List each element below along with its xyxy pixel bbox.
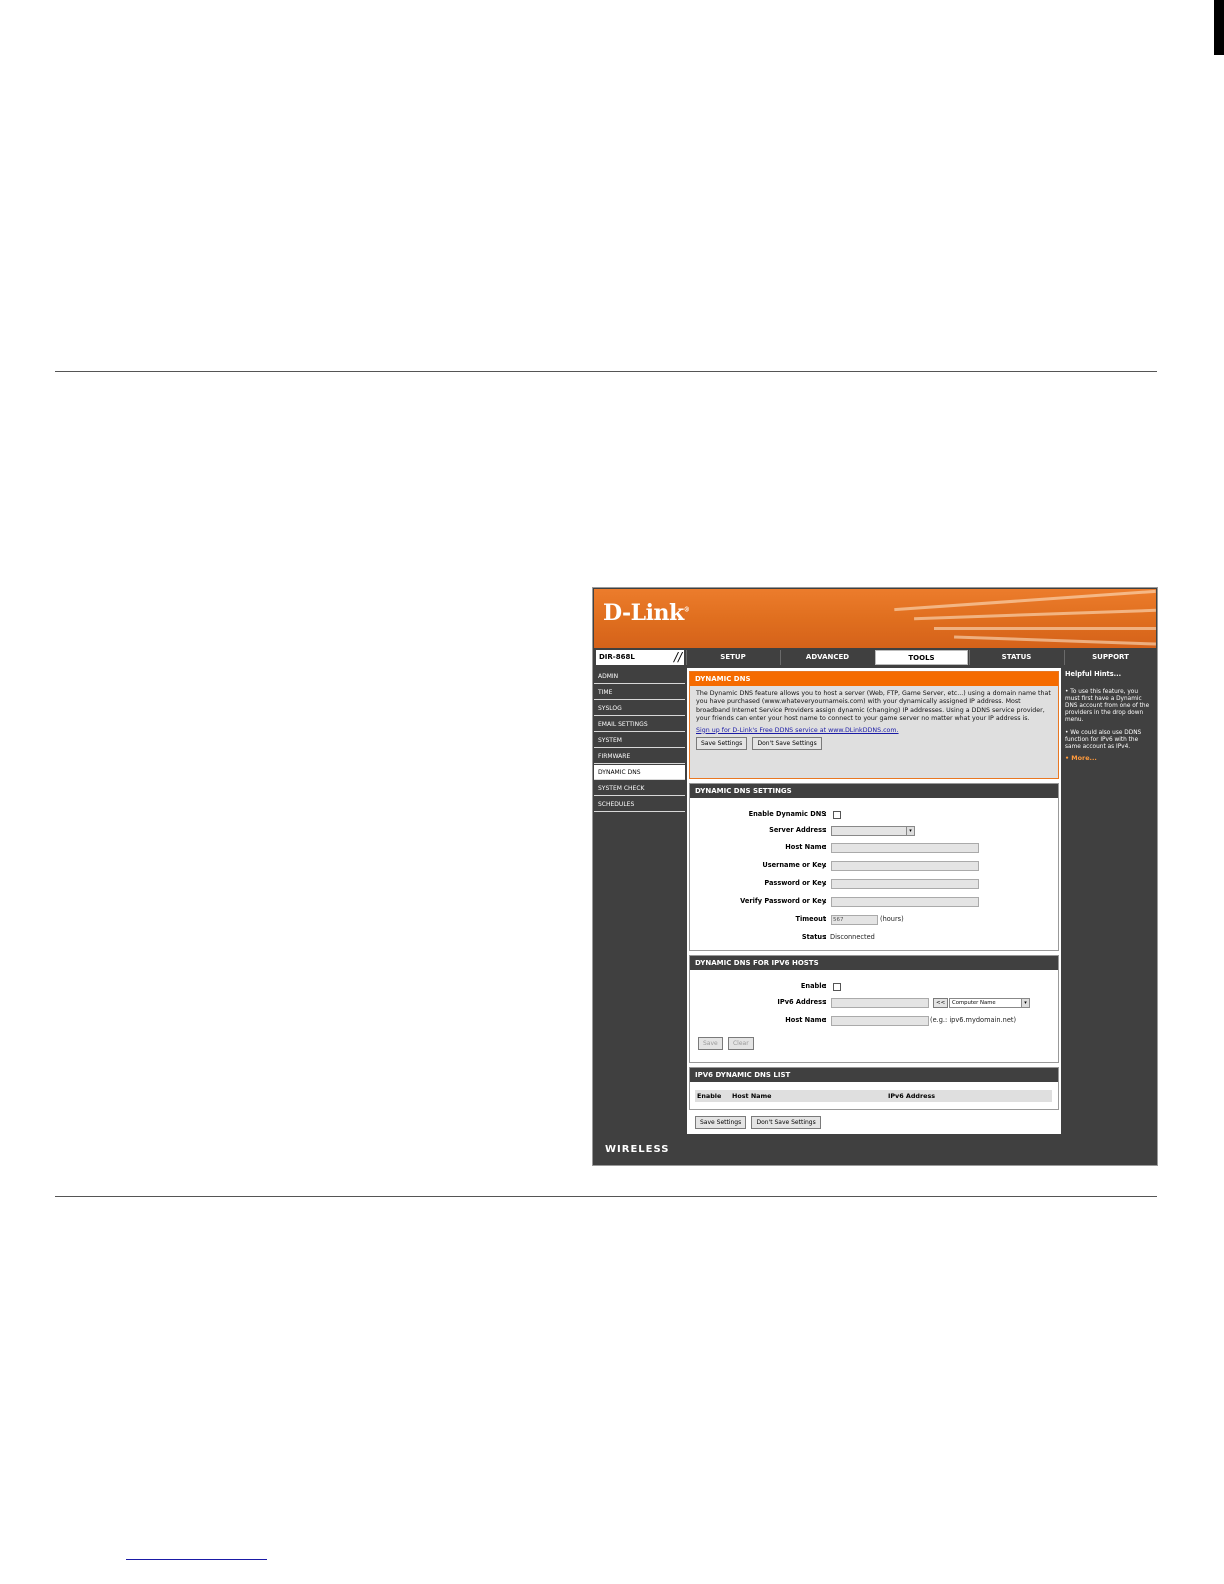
wireless-logo: WIRELESS xyxy=(605,1144,670,1155)
dont-save-settings-button[interactable]: Don't Save Settings xyxy=(752,736,822,750)
router-screenshot: D-Link® DIR-868L// SETUP ADVANCED TOOLS … xyxy=(592,587,1158,1166)
bottom-dont-save-settings-button[interactable]: Don't Save Settings xyxy=(751,1116,821,1129)
tab-status[interactable]: STATUS xyxy=(969,650,1063,665)
host-example-text: (e.g.: ipv6.mydomain.net) xyxy=(930,1016,1017,1024)
hints-title: Helpful Hints... xyxy=(1065,670,1122,678)
sidebar-item-admin[interactable]: ADMIN xyxy=(594,669,685,684)
server-address-label: Server Address xyxy=(769,826,826,834)
ipv6-clear-button[interactable]: Clear xyxy=(727,1037,754,1050)
save-settings-button[interactable]: Save Settings xyxy=(696,736,748,750)
footer-link-underline[interactable] xyxy=(126,1559,267,1560)
timeout-label: Timeout xyxy=(795,915,826,923)
tab-setup[interactable]: SETUP xyxy=(686,650,779,665)
top-nav: DIR-868L// SETUP ADVANCED TOOLS STATUS S… xyxy=(594,648,1156,667)
server-address-select[interactable]: ▾ xyxy=(831,826,915,836)
column-ipv6-address: IPv6 Address xyxy=(888,1092,936,1100)
column-host-name: Host Name xyxy=(732,1092,772,1100)
intro-title: DYNAMIC DNS xyxy=(690,672,1058,686)
helpful-hints-panel: Helpful Hints... • To use this feature, … xyxy=(1063,668,1156,1134)
hint-item: • We could also use DDNS function for IP… xyxy=(1065,730,1142,750)
verify-password-label: Verify Password or Key xyxy=(740,897,826,905)
username-label: Username or Key xyxy=(762,861,826,869)
enable-ddns-label: Enable Dynamic DNS xyxy=(748,810,826,818)
ipv6-hosts-box: DYNAMIC DNS FOR IPV6 HOSTS Enable: IPv6 … xyxy=(689,955,1059,1063)
tab-advanced[interactable]: ADVANCED xyxy=(780,650,874,665)
page-edge-tab xyxy=(1214,0,1224,55)
model-label: DIR-868L// xyxy=(596,650,684,665)
timeout-unit: (hours) xyxy=(880,915,904,923)
ipv6-list-header: Enable Host Name IPv6 Address xyxy=(695,1090,1052,1102)
ddns-settings-box: DYNAMIC DNS SETTINGS Enable Dynamic DNS:… xyxy=(689,783,1059,951)
sidebar-item-email-settings[interactable]: EMAIL SETTINGS xyxy=(594,717,685,732)
ipv6-address-input[interactable] xyxy=(831,998,929,1008)
bottom-rule xyxy=(55,1196,1157,1197)
ipv6-address-label: IPv6 Address xyxy=(777,998,826,1006)
ipv6-hosts-title: DYNAMIC DNS FOR IPV6 HOSTS xyxy=(690,956,1058,970)
top-rule xyxy=(55,371,1157,372)
ipv6-enable-checkbox[interactable] xyxy=(833,983,841,991)
status-value: Disconnected xyxy=(830,933,875,941)
enable-ddns-checkbox[interactable] xyxy=(833,811,841,819)
tab-tools[interactable]: TOOLS xyxy=(875,650,968,665)
ipv6-list-box: IPV6 DYNAMIC DNS LIST Enable Host Name I… xyxy=(689,1067,1059,1110)
left-sidebar: ADMIN TIME SYSLOG EMAIL SETTINGS SYSTEM … xyxy=(594,668,685,1134)
chevron-down-icon: ▾ xyxy=(906,827,914,835)
computer-name-select[interactable]: Computer Name ▾ xyxy=(949,998,1030,1008)
sidebar-item-system[interactable]: SYSTEM xyxy=(594,733,685,748)
sidebar-item-syslog[interactable]: SYSLOG xyxy=(594,701,685,716)
intro-box: DYNAMIC DNS The Dynamic DNS feature allo… xyxy=(689,671,1059,779)
sidebar-item-schedules[interactable]: SCHEDULES xyxy=(594,797,685,812)
sidebar-item-system-check[interactable]: SYSTEM CHECK xyxy=(594,781,685,796)
ddns-signup-link[interactable]: Sign up for D-Link's Free DDNS service a… xyxy=(690,724,1058,734)
main-content: DYNAMIC DNS The Dynamic DNS feature allo… xyxy=(687,668,1061,1134)
ipv6-list-title: IPV6 DYNAMIC DNS LIST xyxy=(690,1068,1058,1082)
header-banner: D-Link® xyxy=(594,589,1156,648)
ipv6-host-name-label: Host Name xyxy=(785,1016,826,1024)
ipv6-host-name-input[interactable] xyxy=(831,1016,929,1026)
status-label: Status xyxy=(801,933,826,941)
verify-password-input[interactable] xyxy=(831,897,979,907)
hint-item: • To use this feature, you must first ha… xyxy=(1065,689,1150,723)
sidebar-item-firmware[interactable]: FIRMWARE xyxy=(594,749,685,764)
ipv6-save-button[interactable]: Save xyxy=(698,1037,723,1050)
intro-text: The Dynamic DNS feature allows you to ho… xyxy=(696,690,1051,723)
timeout-input[interactable]: 567 xyxy=(831,915,878,925)
column-enable: Enable xyxy=(697,1092,722,1100)
chevron-down-icon: ▾ xyxy=(1021,999,1029,1007)
ipv6-enable-label: Enable xyxy=(800,982,826,990)
more-hints-link[interactable]: • More... xyxy=(1063,754,1156,762)
ddns-settings-title: DYNAMIC DNS SETTINGS xyxy=(690,784,1058,798)
copy-address-button[interactable]: << xyxy=(933,998,949,1008)
username-input[interactable] xyxy=(831,861,979,871)
tab-support[interactable]: SUPPORT xyxy=(1064,650,1156,665)
bottom-save-settings-button[interactable]: Save Settings xyxy=(695,1116,747,1129)
password-label: Password or Key xyxy=(764,879,826,887)
footer-bar: WIRELESS xyxy=(594,1135,1156,1164)
password-input[interactable] xyxy=(831,879,979,889)
host-name-label: Host Name xyxy=(785,843,826,851)
host-name-input[interactable] xyxy=(831,843,979,853)
sidebar-item-dynamic-dns[interactable]: DYNAMIC DNS xyxy=(594,765,685,780)
sidebar-item-time[interactable]: TIME xyxy=(594,685,685,700)
dlink-logo: D-Link® xyxy=(603,600,690,626)
